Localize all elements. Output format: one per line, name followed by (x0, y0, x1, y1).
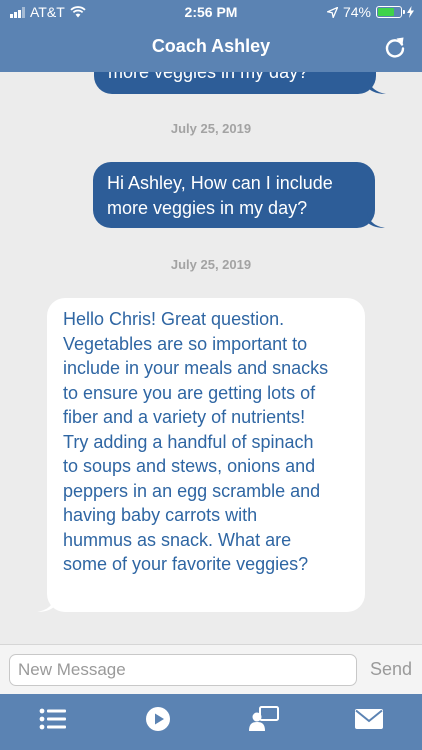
status-bar: AT&T 2:56 PM 74% (0, 0, 422, 24)
message-line: peppers in an egg scramble and (63, 480, 321, 501)
message-line: Hi Ashley, How can I include (107, 173, 333, 193)
message-composer: Send (0, 644, 422, 694)
message-line: Hello Chris! Great question. (63, 309, 285, 329)
message-line: hummus as snack. What are (63, 529, 292, 550)
mail-icon (355, 709, 383, 729)
tab-list[interactable] (38, 704, 68, 734)
status-right: 74% (326, 4, 414, 20)
message-line: more veggies in my day? (107, 197, 308, 218)
message-thread[interactable]: more veggies in my day? July 25, 2019 Hi… (0, 72, 422, 644)
list-icon (39, 708, 66, 730)
refresh-icon[interactable] (382, 35, 408, 61)
page-title: Coach Ashley (151, 36, 271, 56)
tab-mail[interactable] (354, 704, 384, 734)
message-date: July 25, 2019 (170, 121, 252, 136)
app-header: AT&T 2:56 PM 74% Coach Ashley (0, 0, 422, 72)
message-line: Try adding a handful of spinach (63, 431, 314, 452)
message-date: July 25, 2019 (170, 257, 252, 272)
location-arrow-icon (326, 6, 338, 18)
bubble-tail (368, 78, 386, 94)
message-line: some of your favorite veggies? (63, 554, 309, 574)
message-line: to soups and stews, onions and (63, 456, 316, 476)
message-line: include in your meals and snacks (63, 358, 329, 378)
coach-icon (249, 706, 279, 731)
new-message-input[interactable] (9, 654, 357, 686)
battery-fill (378, 8, 395, 16)
outgoing-message: Hi Ashley, How can I include more veggie… (93, 162, 375, 228)
battery-percent: 74% (342, 4, 371, 20)
play-icon (146, 707, 170, 731)
message-line: fiber and a variety of nutrients! (63, 407, 306, 427)
message-line: having baby carrots with (63, 505, 258, 525)
incoming-message: Hello Chris! Great question. Vegetables … (47, 298, 365, 612)
tab-coach[interactable] (249, 704, 279, 734)
bubble-tail (367, 212, 385, 228)
bubble-tail (37, 596, 55, 612)
message-line: to ensure you are getting lots of (63, 382, 316, 403)
message-line: Vegetables are so important to (63, 333, 308, 354)
charging-bolt-icon (407, 6, 414, 18)
bottom-tab-bar (0, 694, 422, 750)
tab-play[interactable] (143, 704, 173, 734)
battery-icon (376, 6, 405, 18)
send-button[interactable]: Send (370, 659, 412, 680)
outgoing-message: more veggies in my day? (94, 72, 376, 94)
